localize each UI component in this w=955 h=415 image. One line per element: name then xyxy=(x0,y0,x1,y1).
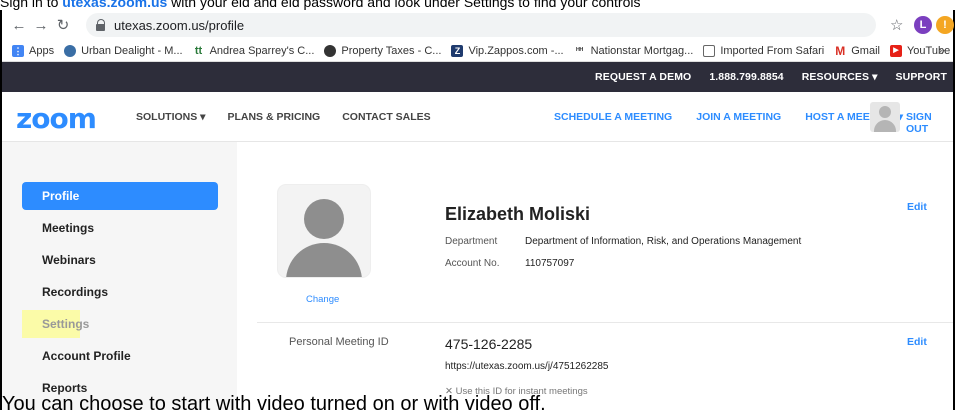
caption-top-suffix: with your eid and eid password and look … xyxy=(167,0,641,10)
user-avatar[interactable] xyxy=(870,102,900,132)
bookmarks-bar: ⋮ Apps Urban Dealight - M... tt Andrea Spa… xyxy=(2,40,953,62)
caption-top: Sign in to utexas.zoom.us with your eid … xyxy=(0,0,955,10)
department-value: Department of Information, Risk, and Ope… xyxy=(525,236,802,247)
pmi-label: Personal Meeting ID xyxy=(289,336,389,348)
profile-name: Elizabeth Moliski xyxy=(445,204,591,224)
bookmark-property-taxes[interactable]: Property Taxes - C... xyxy=(324,44,441,57)
browser-toolbar: ← → ↻ utexas.zoom.us/profile ☆ L ! xyxy=(2,10,954,40)
avatar-body xyxy=(874,120,896,132)
zoom-nav: zoom SOLUTIONS ▾ PLANS & PRICING CONTACT… xyxy=(2,92,953,142)
update-alert-icon[interactable]: ! xyxy=(936,16,954,34)
sidebar-item-account-profile[interactable]: Account Profile xyxy=(22,342,218,370)
solutions-menu[interactable]: SOLUTIONS ▾ xyxy=(136,111,205,123)
folder-icon xyxy=(703,44,716,57)
sidebar-item-profile[interactable]: Profile xyxy=(22,182,218,210)
screenshot-frame: ← → ↻ utexas.zoom.us/profile ☆ L ! ⋮ Apps… xyxy=(0,10,955,410)
bookmark-imported-safari[interactable]: Imported From Safari xyxy=(703,44,824,57)
tt-icon: tt xyxy=(194,44,203,57)
pmi-url[interactable]: https://utexas.zoom.us/j/4751262285 xyxy=(445,361,608,372)
edit-profile-link[interactable]: Edit xyxy=(907,201,927,213)
bookmark-zappos[interactable]: Z Vip.Zappos.com -... xyxy=(451,44,564,57)
urban-dealight-icon xyxy=(64,44,77,57)
lock-icon xyxy=(96,19,106,31)
change-photo-link[interactable]: Change xyxy=(306,294,339,305)
request-demo-link[interactable]: REQUEST A DEMO xyxy=(595,71,691,83)
nav-left: SOLUTIONS ▾ PLANS & PRICING CONTACT SALE… xyxy=(136,111,453,123)
bookmarks-more-icon[interactable]: » xyxy=(938,43,945,57)
sidebar-item-recordings[interactable]: Recordings xyxy=(22,278,218,306)
profile-photo-head xyxy=(304,199,344,239)
resources-menu[interactable]: RESOURCES ▾ xyxy=(802,71,878,83)
address-bar[interactable]: utexas.zoom.us/profile xyxy=(86,13,876,37)
join-meeting-link[interactable]: JOIN A MEETING xyxy=(696,111,781,123)
gmail-icon: M xyxy=(835,43,846,58)
zoom-topbar: REQUEST A DEMO 1.888.799.8854 RESOURCES … xyxy=(2,62,953,92)
back-arrow-icon[interactable]: ← xyxy=(8,17,30,34)
avatar-head xyxy=(879,106,891,118)
edit-pmi-link[interactable]: Edit xyxy=(907,336,927,348)
sidebar: Profile Meetings Webinars Recordings Set… xyxy=(2,142,237,410)
youtube-icon: ▶ xyxy=(889,44,902,57)
pmi-value: 475-126-2285 xyxy=(445,336,533,352)
caption-bottom: You can choose to start with video turne… xyxy=(2,393,546,415)
bookmark-apps[interactable]: ⋮ Apps xyxy=(12,44,54,57)
sidebar-item-webinars[interactable]: Webinars xyxy=(22,246,218,274)
zappos-icon: Z xyxy=(451,44,464,57)
bookmark-urban-dealight[interactable]: Urban Dealight - M... xyxy=(64,44,183,57)
sidebar-item-meetings[interactable]: Meetings xyxy=(22,214,218,242)
bookmark-star-icon[interactable]: ☆ xyxy=(890,16,903,34)
section-divider xyxy=(257,322,953,323)
nationstar-icon: ᴴᴴ xyxy=(576,45,584,55)
reload-icon[interactable]: ↻ xyxy=(52,16,74,34)
phone-number[interactable]: 1.888.799.8854 xyxy=(709,71,783,83)
profile-photo xyxy=(278,185,370,277)
address-url: utexas.zoom.us/profile xyxy=(114,17,245,33)
zoom-logo[interactable]: zoom xyxy=(16,102,97,135)
profile-photo-body xyxy=(286,243,362,277)
support-link[interactable]: SUPPORT xyxy=(896,71,947,83)
sidebar-item-settings[interactable]: Settings xyxy=(22,310,89,338)
caption-top-link: utexas.zoom.us xyxy=(62,0,168,10)
sign-out-link[interactable]: SIGN OUT xyxy=(906,111,953,135)
bookmark-nationstar[interactable]: ᴴᴴ Nationstar Mortgag... xyxy=(574,45,693,57)
schedule-meeting-link[interactable]: SCHEDULE A MEETING xyxy=(554,111,672,123)
property-taxes-icon xyxy=(324,44,337,57)
account-number-label: Account No. xyxy=(445,258,500,269)
forward-arrow-icon[interactable]: → xyxy=(30,17,52,34)
department-label: Department xyxy=(445,236,498,247)
browser-profile-avatar[interactable]: L xyxy=(914,16,932,34)
caption-top-prefix: Sign in to xyxy=(0,0,63,10)
bookmark-gmail[interactable]: M Gmail xyxy=(834,45,880,57)
contact-sales-link[interactable]: CONTACT SALES xyxy=(342,111,430,123)
bookmark-andrea-sparrey[interactable]: tt Andrea Sparrey's C... xyxy=(193,44,314,57)
plans-pricing-link[interactable]: PLANS & PRICING xyxy=(227,111,320,123)
apps-grid-icon: ⋮ xyxy=(12,44,24,57)
account-number-value: 110757097 xyxy=(525,258,575,269)
